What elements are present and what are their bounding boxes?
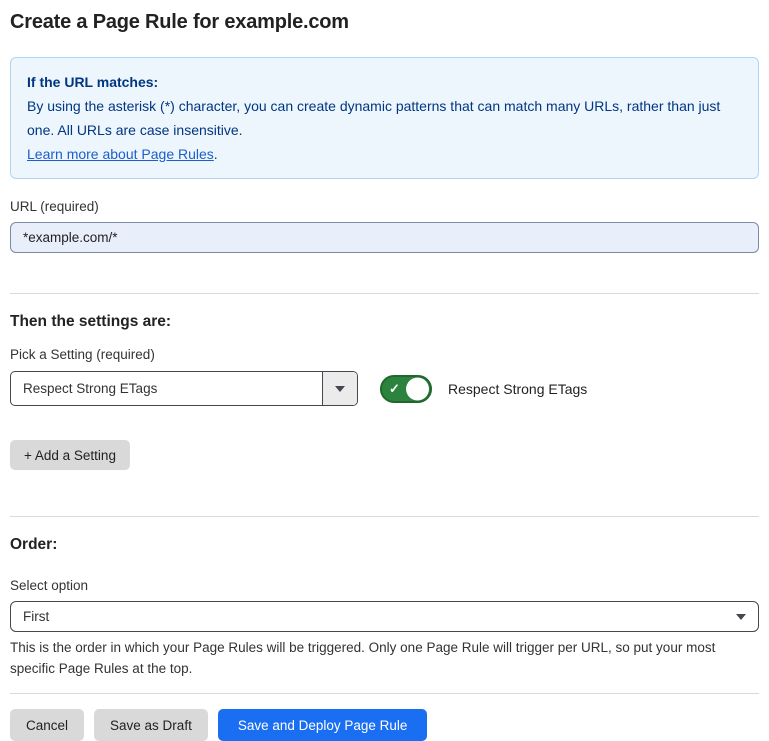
footer-actions: Cancel Save as Draft Save and Deploy Pag… (10, 709, 759, 741)
learn-more-link[interactable]: Learn more about Page Rules (27, 146, 214, 162)
save-as-draft-button[interactable]: Save as Draft (94, 709, 208, 741)
order-section-heading: Order: (10, 535, 759, 554)
setting-select-arrow-button[interactable] (322, 372, 357, 405)
chevron-down-icon (736, 614, 746, 620)
page-rule-form: Create a Page Rule for example.com If th… (0, 10, 769, 741)
setting-select-value: Respect Strong ETags (11, 372, 322, 405)
order-select[interactable]: First (10, 601, 759, 632)
url-input[interactable] (10, 222, 759, 253)
toggle-knob (406, 377, 429, 400)
info-box-heading: If the URL matches: (27, 70, 742, 94)
add-setting-button[interactable]: + Add a Setting (10, 440, 130, 470)
url-field-label: URL (required) (10, 199, 759, 215)
cancel-button[interactable]: Cancel (10, 709, 84, 741)
setting-row: Respect Strong ETags ✓ Respect Strong ET… (10, 371, 759, 406)
chevron-down-icon (335, 386, 345, 392)
respect-strong-etags-toggle[interactable]: ✓ (380, 375, 432, 403)
info-box-link-line: Learn more about Page Rules. (27, 142, 742, 166)
info-box-body: By using the asterisk (*) character, you… (27, 94, 742, 142)
page-title: Create a Page Rule for example.com (10, 10, 759, 34)
order-help-text: This is the order in which your Page Rul… (10, 637, 755, 679)
setting-select[interactable]: Respect Strong ETags (10, 371, 358, 406)
pick-setting-label: Pick a Setting (required) (10, 347, 759, 363)
settings-section-heading: Then the settings are: (10, 312, 759, 331)
toggle-label: Respect Strong ETags (448, 381, 587, 397)
footer-divider (10, 693, 759, 694)
order-select-label: Select option (10, 578, 759, 594)
url-matches-info-box: If the URL matches: By using the asteris… (10, 57, 759, 179)
section-divider (10, 516, 759, 517)
order-select-value: First (23, 609, 736, 624)
save-and-deploy-button[interactable]: Save and Deploy Page Rule (218, 709, 428, 741)
link-suffix: . (214, 146, 218, 162)
section-divider (10, 293, 759, 294)
check-icon: ✓ (389, 382, 400, 395)
